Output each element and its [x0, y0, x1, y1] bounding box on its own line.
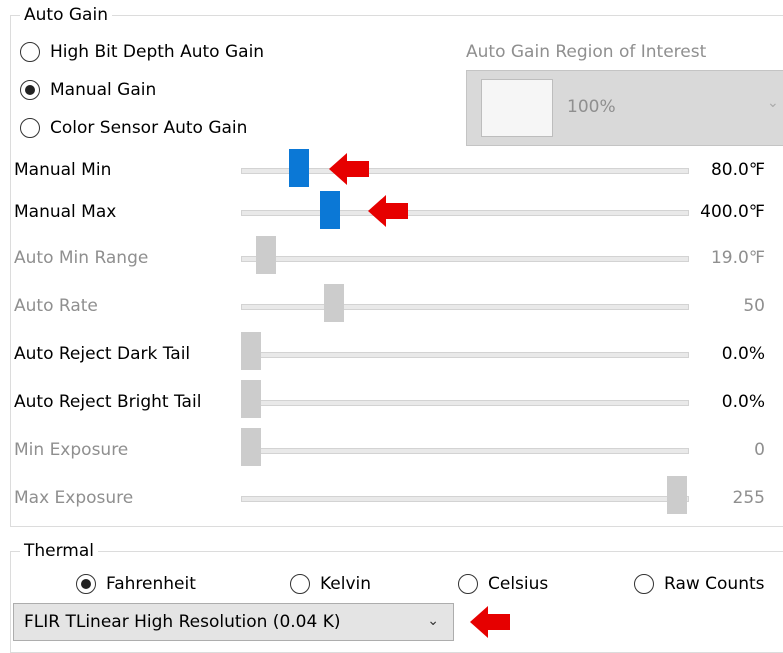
radio-button[interactable] — [20, 42, 40, 62]
red-arrow-icon — [368, 195, 408, 227]
thermal-mode-select[interactable]: FLIR TLinear High Resolution (0.04 K) ⌄ — [13, 603, 454, 641]
roi-label: Auto Gain Region of Interest — [466, 42, 707, 62]
red-arrow-icon — [329, 153, 369, 185]
radio-button[interactable] — [20, 80, 40, 100]
red-arrow-icon — [470, 606, 510, 638]
slider-value-auto-min-range: 19.0℉ — [710, 248, 765, 268]
slider-track-manual-max[interactable] — [241, 210, 689, 216]
thermal-group-title: Thermal — [20, 541, 99, 561]
slider-track-auto-min-range — [241, 256, 689, 262]
slider-value-manual-max: 400.0℉ — [700, 202, 765, 222]
radio-high-bit-depth-auto-gain[interactable]: High Bit Depth Auto Gain — [20, 40, 264, 64]
slider-thumb-min-exposure — [241, 428, 261, 466]
chevron-down-icon: ⌄ — [767, 95, 779, 111]
thermal-mode-value: FLIR TLinear High Resolution (0.04 K) — [24, 612, 341, 632]
slider-value-min-exposure: 0 — [754, 440, 765, 460]
slider-thumb-auto-reject-dark-tail[interactable] — [241, 332, 261, 370]
slider-label-manual-max: Manual Max — [14, 202, 117, 222]
slider-value-auto-rate: 50 — [743, 296, 765, 316]
slider-value-manual-min: 80.0℉ — [710, 160, 765, 180]
radio-button[interactable] — [290, 574, 310, 594]
slider-track-auto-reject-bright-tail[interactable] — [241, 400, 689, 406]
slider-label-min-exposure: Min Exposure — [14, 440, 129, 460]
radio-label: High Bit Depth Auto Gain — [50, 42, 265, 62]
radio-label: Kelvin — [320, 574, 372, 594]
radio-fahrenheit[interactable]: Fahrenheit — [76, 572, 196, 596]
slider-value-auto-reject-bright-tail: 0.0% — [721, 392, 765, 412]
slider-track-auto-rate — [241, 304, 689, 310]
radio-button[interactable] — [20, 118, 40, 138]
radio-manual-gain[interactable]: Manual Gain — [20, 78, 156, 102]
slider-track-auto-reject-dark-tail[interactable] — [241, 352, 689, 358]
slider-thumb-max-exposure — [667, 476, 687, 514]
slider-label-max-exposure: Max Exposure — [14, 488, 134, 508]
slider-track-max-exposure — [241, 496, 689, 502]
slider-label-auto-rate: Auto Rate — [14, 296, 98, 316]
slider-thumb-manual-max[interactable] — [320, 191, 340, 229]
slider-label-auto-min-range: Auto Min Range — [14, 248, 149, 268]
roi-preview — [481, 79, 553, 137]
radio-celsius[interactable]: Celsius — [458, 572, 548, 596]
chevron-down-icon: ⌄ — [427, 613, 439, 629]
slider-label-manual-min: Manual Min — [14, 160, 112, 180]
radio-button[interactable] — [458, 574, 478, 594]
radio-selected-dot — [25, 85, 35, 95]
slider-thumb-auto-rate — [324, 284, 344, 322]
slider-value-auto-reject-dark-tail: 0.0% — [721, 344, 765, 364]
radio-selected-dot — [81, 579, 91, 589]
slider-track-min-exposure — [241, 448, 689, 454]
slider-value-max-exposure: 255 — [732, 488, 765, 508]
slider-thumb-auto-reject-bright-tail[interactable] — [241, 380, 261, 418]
radio-color-sensor-auto-gain[interactable]: Color Sensor Auto Gain — [20, 116, 247, 140]
slider-label-auto-reject-dark-tail: Auto Reject Dark Tail — [14, 344, 191, 364]
radio-label: Fahrenheit — [106, 574, 196, 594]
slider-label-auto-reject-bright-tail: Auto Reject Bright Tail — [14, 392, 202, 412]
radio-label: Manual Gain — [50, 80, 157, 100]
slider-thumb-manual-min[interactable] — [289, 149, 309, 187]
radio-button[interactable] — [634, 574, 654, 594]
radio-kelvin[interactable]: Kelvin — [290, 572, 371, 596]
radio-button[interactable] — [76, 574, 96, 594]
slider-thumb-auto-min-range — [256, 236, 276, 274]
roi-dropdown[interactable]: 100% ⌄ — [466, 70, 783, 146]
radio-label: Raw Counts — [664, 574, 765, 594]
radio-raw-counts[interactable]: Raw Counts — [634, 572, 765, 596]
auto-gain-group-title: Auto Gain — [20, 5, 112, 25]
radio-label: Color Sensor Auto Gain — [50, 118, 248, 138]
roi-value: 100% — [567, 97, 616, 117]
radio-label: Celsius — [488, 574, 549, 594]
